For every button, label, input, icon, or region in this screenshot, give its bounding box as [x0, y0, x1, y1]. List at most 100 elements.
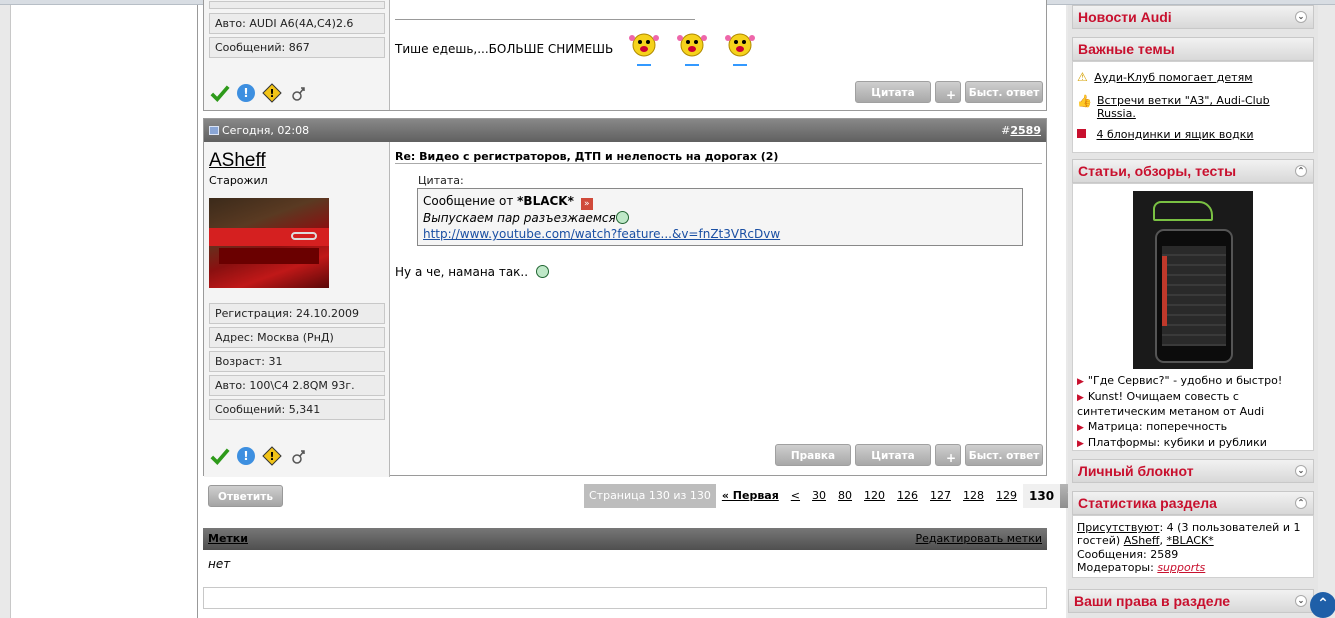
quote-button[interactable]: Цитата — [855, 444, 931, 466]
username-link[interactable]: ASheff — [209, 150, 266, 172]
user-avatar[interactable] — [209, 198, 329, 288]
sidebar-news-header[interactable]: Новости Audi ⌄ — [1072, 5, 1314, 29]
sidebar-rights-header[interactable]: Ваши права в разделе ⌄ — [1068, 589, 1314, 613]
important-link[interactable]: Встречи ветки "А3", Audi-Club Russia. — [1097, 94, 1287, 120]
quote-text: Выпускаем пар разъезжаемся — [423, 211, 616, 225]
info-address: Адрес: Москва (РнД) — [209, 327, 385, 348]
sidebar-notebook-title: Личный блокнот — [1078, 463, 1194, 479]
page-first[interactable]: « Первая — [715, 484, 785, 508]
post-2-message: Re: Видео с регистраторов, ДТП и нелепос… — [390, 142, 1046, 477]
sidebar-important-title: Важные темы — [1078, 41, 1175, 57]
sidebar-articles-header[interactable]: Статьи, обзоры, тесты ⌃ — [1072, 159, 1314, 183]
quote-link[interactable]: http://www.youtube.com/watch?feature...&… — [423, 227, 780, 241]
stats-user-link[interactable]: *BLACK* — [1167, 534, 1214, 547]
post-1-userpane: Авто: AUDI A6(4A,C4)2.6 Сообщений: 867 !… — [204, 0, 390, 110]
avatar-car-lights — [219, 248, 319, 264]
important-link[interactable]: 4 блондинки и ящик водки — [1097, 128, 1254, 141]
bullet-icon: ▶ — [1077, 393, 1084, 403]
post-2: Сегодня, 02:08 #2589 ASheff Старожил Рег… — [203, 118, 1047, 477]
edit-tags-link[interactable]: Редактировать метки — [915, 528, 1042, 550]
promo-phone-screen — [1162, 246, 1226, 346]
checkmark-icon[interactable] — [210, 446, 230, 466]
checkmark-icon[interactable] — [210, 83, 230, 103]
info-icon[interactable]: ! — [236, 446, 256, 466]
quick-reply-button[interactable]: Быст. ответ — [965, 81, 1043, 103]
post-1-message: Тише едешь,...БОЛЬШЕ СНИМЕШЬ Цитата + Бы… — [390, 0, 1046, 110]
quote-box: Сообщение от *BLACK* » Выпускаем пар раз… — [417, 188, 1023, 246]
info-auto: Авто: 100\C4 2.8QM 93г. — [209, 375, 385, 396]
avatar-car-rings — [291, 232, 317, 240]
quote-button[interactable]: Цитата — [855, 81, 931, 103]
scroll-top-button[interactable]: ⌃ — [1310, 592, 1335, 618]
info-icon[interactable]: ! — [236, 83, 256, 103]
view-post-icon[interactable]: » — [580, 198, 593, 210]
svg-text:!: ! — [269, 450, 274, 463]
page-prev[interactable]: < — [784, 484, 807, 508]
quote-link-row: http://www.youtube.com/watch?feature...&… — [423, 226, 1017, 242]
article-link[interactable]: Матрица: поперечность — [1088, 420, 1227, 433]
page-link[interactable]: 126 — [891, 484, 925, 508]
column-divider — [197, 5, 198, 618]
quick-reply-button[interactable]: Быст. ответ — [965, 444, 1043, 466]
thumbs-up-icon: 👍 — [1077, 94, 1092, 108]
grin-smiley-icon — [535, 265, 549, 278]
collapse-icon[interactable]: ⌃ — [1295, 165, 1307, 177]
bullet-icon: ▶ — [1077, 423, 1084, 433]
tags-bar: Метки Редактировать метки — [203, 528, 1047, 550]
sidebar-notebook-header[interactable]: Личный блокнот ⌄ — [1072, 459, 1314, 483]
quote-author: *BLACK* — [517, 194, 574, 208]
important-link[interactable]: Ауди-Клуб помогает детям — [1094, 71, 1252, 84]
page-link[interactable]: 30 — [806, 484, 833, 508]
collapse-icon[interactable]: ⌃ — [1295, 497, 1307, 509]
reply-button[interactable]: Ответить — [208, 485, 283, 507]
edit-button[interactable]: Правка — [775, 444, 851, 466]
quote-text-row: Выпускаем пар разъезжаемся — [423, 210, 1017, 226]
warning-icon[interactable]: ! — [262, 83, 282, 103]
sidebar-important-header[interactable]: Важные темы — [1072, 37, 1314, 61]
page-link[interactable]: 80 — [832, 484, 859, 508]
sidebar-stats-header[interactable]: Статистика раздела ⌃ — [1072, 491, 1314, 515]
post-2-text: Ну а че, намана так.. — [395, 265, 529, 279]
expand-icon[interactable]: ⌄ — [1295, 11, 1307, 23]
stats-moderators-label: Модераторы: — [1077, 561, 1158, 574]
stats-present-link[interactable]: Присутствуют — [1077, 521, 1159, 534]
article-link[interactable]: "Где Сервис?" - удобно и быстро! — [1088, 374, 1282, 387]
article-item: ▶ "Где Сервис?" - удобно и быстро! — [1077, 374, 1282, 387]
signature-line — [395, 19, 695, 20]
page-link[interactable]: 128 — [957, 484, 991, 508]
multiquote-button[interactable]: + — [935, 444, 961, 466]
stats-present: Присутствуют: 4 (3 пользователей и 1 гос… — [1077, 521, 1301, 547]
tags-title[interactable]: Метки — [208, 528, 248, 550]
article-link[interactable]: Kunst! Очищаем совесть с синтетическим м… — [1077, 390, 1264, 418]
svg-text:!: ! — [243, 86, 248, 100]
article-link[interactable]: Платформы: кубики и рублики — [1088, 436, 1267, 449]
svg-text:!: ! — [269, 87, 274, 100]
post-date: Сегодня, 02:08 — [209, 119, 309, 142]
page-current: 130 — [1023, 484, 1061, 508]
page-link[interactable]: 120 — [858, 484, 892, 508]
stats-messages: Сообщения: 2589 — [1077, 548, 1179, 561]
moderator-link[interactable]: supports — [1157, 561, 1205, 574]
grin-smiley-icon — [615, 211, 629, 224]
sidebar-news-title: Новости Audi — [1078, 9, 1172, 25]
page-link[interactable]: 129 — [990, 484, 1024, 508]
post-status-icon — [209, 126, 219, 135]
warning-icon[interactable]: ! — [262, 446, 282, 466]
dancing-smiley-icon — [677, 33, 707, 66]
page-link[interactable]: 127 — [924, 484, 958, 508]
multiquote-button[interactable]: + — [935, 81, 961, 103]
expand-icon[interactable]: ⌄ — [1295, 595, 1307, 607]
title-divider — [395, 163, 1042, 164]
articles-promo-image[interactable] — [1133, 191, 1253, 369]
red-square-icon — [1077, 129, 1086, 138]
tags-value: нет — [208, 557, 231, 571]
post-number-link[interactable]: 2589 — [1010, 124, 1041, 137]
post-1-text-content: Тише едешь,...БОЛЬШЕ СНИМЕШЬ — [395, 42, 614, 56]
info-messages: Сообщений: 867 — [209, 37, 385, 58]
article-item: ▶ Kunst! Очищаем совесть с синтетическим … — [1077, 390, 1302, 419]
important-item: ⚠ Ауди-Клуб помогает детям — [1077, 70, 1253, 84]
bullet-icon: ▶ — [1077, 439, 1084, 449]
stats-user-link[interactable]: ASheff — [1124, 534, 1160, 547]
smileys — [627, 29, 757, 69]
expand-icon[interactable]: ⌄ — [1295, 465, 1307, 477]
